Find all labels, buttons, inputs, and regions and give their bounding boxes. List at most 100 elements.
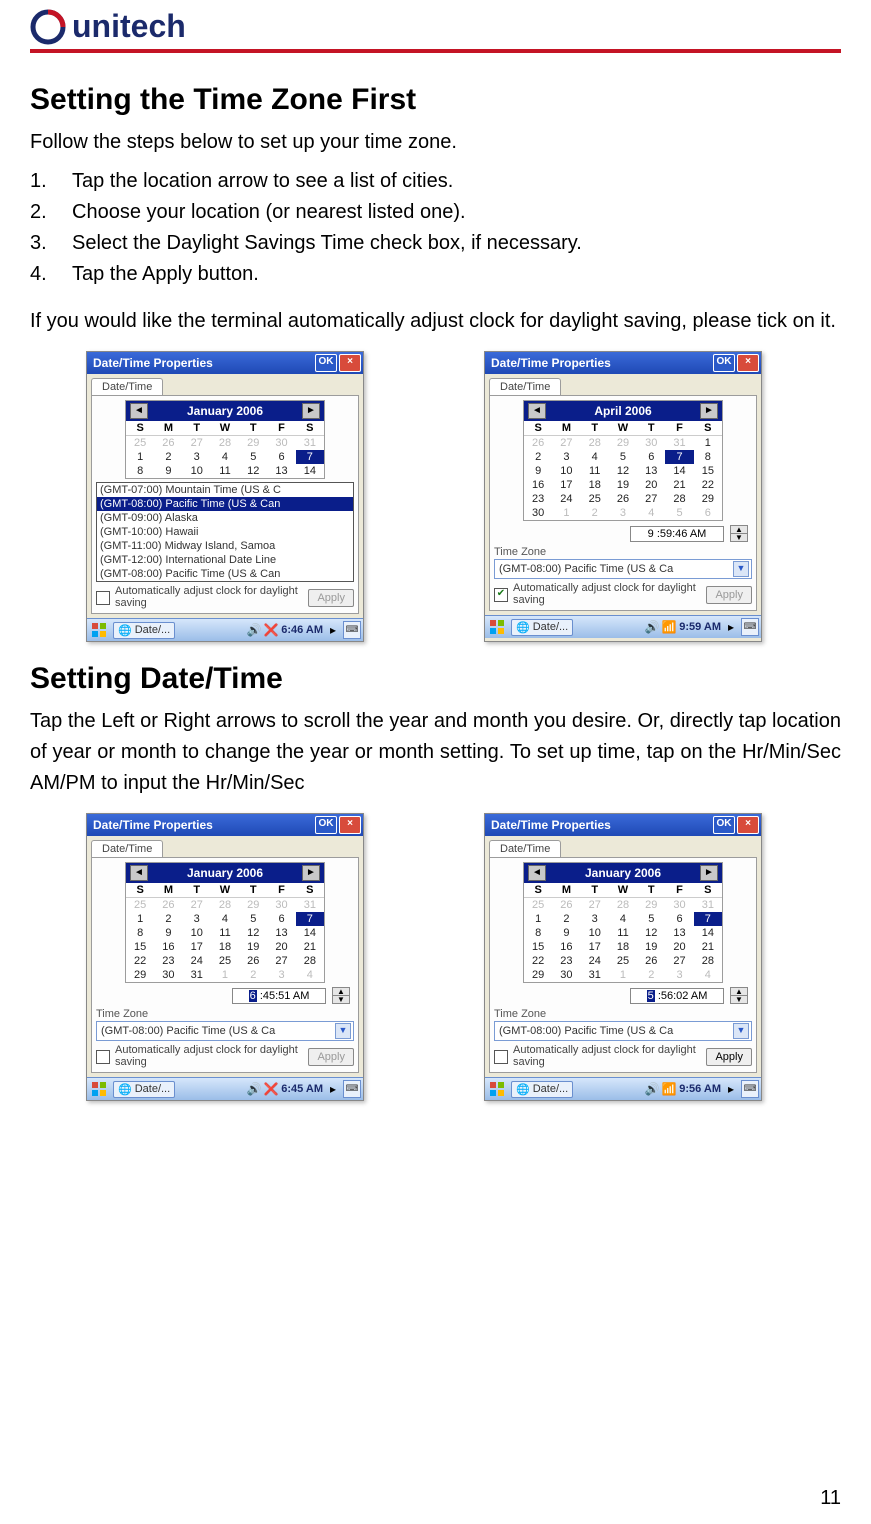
timezone-option[interactable]: (GMT-07:00) Mountain Time (US & C [97,483,353,497]
calendar-grid[interactable]: SMTWTFS252627282930311234567891011121314… [524,883,722,982]
calendar-grid[interactable]: SMTWTFS252627282930311234567891011121314… [126,883,324,982]
dst-checkbox[interactable] [96,591,110,605]
month-next-button[interactable]: ► [700,403,718,419]
taskbar-clock[interactable]: 9:56 AM [679,1083,721,1095]
month-next-button[interactable]: ► [302,865,320,881]
taskbar-app-button[interactable]: 🌐Date/... [113,1081,175,1098]
taskbar-app-button[interactable]: 🌐Date/... [113,622,175,639]
time-input[interactable]: 5 :56:02 AM [630,988,724,1004]
time-input[interactable]: 6 :45:51 AM [232,988,326,1004]
close-button[interactable]: × [339,816,361,834]
ok-button[interactable]: OK [713,354,735,372]
tab-datetime[interactable]: Date/Time [489,378,561,395]
tab-datetime[interactable]: Date/Time [489,840,561,857]
timezone-select[interactable]: (GMT-08:00) Pacific Time (US & Ca ▼ [96,1021,354,1041]
taskbar-clock[interactable]: 6:45 AM [281,1083,323,1095]
apply-button[interactable]: Apply [308,589,354,607]
month-prev-button[interactable]: ◄ [528,403,546,419]
time-spinner[interactable]: ▲▼ [332,987,350,1004]
tray-icon[interactable]: ▸ [326,623,340,637]
calendar[interactable]: ◄ January 2006 ► SMTWTFS2526272829303112… [523,862,723,983]
calendar[interactable]: ◄ April 2006 ► SMTWTFS262728293031123456… [523,400,723,521]
timezone-option[interactable]: (GMT-08:00) Pacific Time (US & Can [97,497,353,511]
timezone-option[interactable]: (GMT-12:00) International Date Line [97,553,353,567]
dst-checkbox[interactable]: ✔ [494,588,508,602]
window-titlebar[interactable]: Date/Time Properties OK × [87,352,363,374]
section1-lead: Follow the steps below to set up your ti… [30,127,841,158]
window-titlebar[interactable]: Date/Time Properties OK × [87,814,363,836]
timezone-option[interactable]: (GMT-11:00) Midway Island, Samoa [97,539,353,553]
taskbar[interactable]: 🌐Date/... 🔊 📶 9:56 AM ▸ ⌨ [485,1077,761,1100]
ok-button[interactable]: OK [713,816,735,834]
calendar-month[interactable]: April 2006 [594,404,651,418]
calendar-month[interactable]: January 2006 [585,866,661,880]
timezone-group-label: Time Zone [494,546,752,558]
tray-icon[interactable]: ▸ [724,1082,738,1096]
tab-datetime[interactable]: Date/Time [91,840,163,857]
keyboard-icon[interactable]: ⌨ [343,621,361,639]
volume-icon[interactable]: 🔊 [645,1082,659,1096]
taskbar-app-button[interactable]: 🌐Date/... [511,1081,573,1098]
screenshot-3: Date/Time Properties OK × Date/Time ◄ Ja… [86,813,364,1101]
keyboard-icon[interactable]: ⌨ [741,1080,759,1098]
timezone-option[interactable]: (GMT-10:00) Hawaii [97,525,353,539]
section1-note: If you would like the terminal automatic… [30,306,841,337]
start-button[interactable] [89,1080,109,1098]
time-spinner[interactable]: ▲▼ [730,525,748,542]
month-prev-button[interactable]: ◄ [528,865,546,881]
start-button[interactable] [89,621,109,639]
month-next-button[interactable]: ► [700,865,718,881]
taskbar-clock[interactable]: 9:59 AM [679,621,721,633]
close-button[interactable]: × [737,816,759,834]
calendar-month[interactable]: January 2006 [187,866,263,880]
dst-checkbox[interactable] [96,1050,110,1064]
tray-icon[interactable]: ▸ [724,620,738,634]
start-button[interactable] [487,618,507,636]
apply-button[interactable]: Apply [706,1048,752,1066]
timezone-dropdown-list[interactable]: (GMT-07:00) Mountain Time (US & C(GMT-08… [96,482,354,582]
volume-icon[interactable]: 🔊 [247,1082,261,1096]
close-button[interactable]: × [737,354,759,372]
taskbar[interactable]: 🌐Date/... 🔊 ❌ 6:46 AM ▸ ⌨ [87,618,363,641]
network-icon[interactable]: 📶 [662,620,676,634]
taskbar[interactable]: 🌐Date/... 🔊 ❌ 6:45 AM ▸ ⌨ [87,1077,363,1100]
dst-label: Automatically adjust clock for daylight … [115,1045,303,1068]
taskbar[interactable]: 🌐Date/... 🔊 📶 9:59 AM ▸ ⌨ [485,615,761,638]
taskbar-clock[interactable]: 6:46 AM [281,624,323,636]
apply-button[interactable]: Apply [706,586,752,604]
network-error-icon[interactable]: ❌ [264,623,278,637]
timezone-select[interactable]: (GMT-08:00) Pacific Time (US & Ca ▼ [494,1021,752,1041]
window-titlebar[interactable]: Date/Time Properties OK × [485,814,761,836]
month-next-button[interactable]: ► [302,403,320,419]
ok-button[interactable]: OK [315,354,337,372]
dst-label: Automatically adjust clock for daylight … [513,1045,701,1068]
tray-icon[interactable]: ▸ [326,1082,340,1096]
dst-checkbox[interactable] [494,1050,508,1064]
close-button[interactable]: × [339,354,361,372]
timezone-select[interactable]: (GMT-08:00) Pacific Time (US & Ca ▼ [494,559,752,579]
timezone-value: (GMT-08:00) Pacific Time (US & Ca [499,1025,673,1037]
month-prev-button[interactable]: ◄ [130,403,148,419]
ok-button[interactable]: OK [315,816,337,834]
network-error-icon[interactable]: ❌ [264,1082,278,1096]
volume-icon[interactable]: 🔊 [645,620,659,634]
calendar[interactable]: ◄ January 2006 ► SMTWTFS2526272829303112… [125,862,325,983]
timezone-option[interactable]: (GMT-09:00) Alaska [97,511,353,525]
month-prev-button[interactable]: ◄ [130,865,148,881]
keyboard-icon[interactable]: ⌨ [343,1080,361,1098]
taskbar-app-button[interactable]: 🌐Date/... [511,619,573,636]
time-spinner[interactable]: ▲▼ [730,987,748,1004]
calendar-month[interactable]: January 2006 [187,404,263,418]
time-input[interactable]: 9 :59:46 AM [630,526,724,542]
tab-datetime[interactable]: Date/Time [91,378,163,395]
apply-button[interactable]: Apply [308,1048,354,1066]
network-icon[interactable]: 📶 [662,1082,676,1096]
volume-icon[interactable]: 🔊 [247,623,261,637]
calendar[interactable]: ◄ January 2006 ► SMTWTFS2526272829303112… [125,400,325,479]
start-button[interactable] [487,1080,507,1098]
window-titlebar[interactable]: Date/Time Properties OK × [485,352,761,374]
keyboard-icon[interactable]: ⌨ [741,618,759,636]
calendar-grid[interactable]: SMTWTFS252627282930311234567891011121314 [126,421,324,478]
calendar-grid[interactable]: SMTWTFS262728293031123456789101112131415… [524,421,722,520]
timezone-option[interactable]: (GMT-08:00) Pacific Time (US & Can [97,567,353,581]
